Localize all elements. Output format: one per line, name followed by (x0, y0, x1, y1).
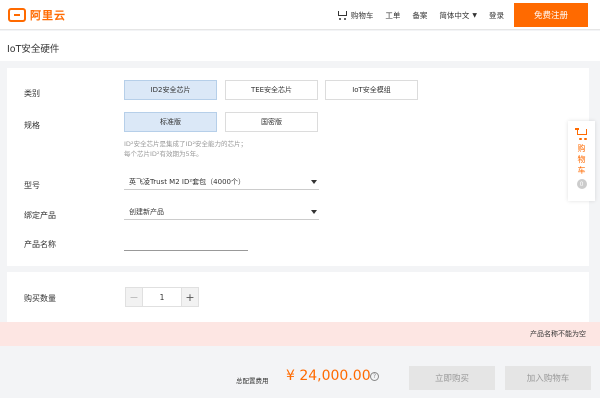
nav-ticket[interactable]: 工单 (385, 10, 400, 21)
signup-button[interactable]: 免费注册 (514, 3, 588, 27)
nav-cart[interactable]: 购物车 (336, 10, 374, 21)
shopping-cart-icon (575, 127, 588, 140)
total-price-label: 总配置费用 (236, 377, 269, 385)
aliyun-logo-icon (8, 8, 26, 22)
spec-option-national-crypto[interactable]: 国密版 (225, 112, 318, 132)
quantity-label: 购买数量 (24, 294, 56, 303)
spec-hint-line-2: 每个芯片ID²有效期为5年。 (124, 150, 203, 158)
buy-now-button[interactable]: 立即购买 (409, 366, 495, 390)
model-select[interactable]: 英飞凌Trust M2 ID²套包（4000个） (124, 174, 319, 190)
quantity-card: 购买数量 − + (7, 272, 589, 322)
floating-cart[interactable]: 购物车 0 (568, 121, 595, 201)
bind-product-select[interactable]: 创建新产品 (124, 204, 319, 220)
product-name-input[interactable] (124, 239, 248, 251)
product-name-label: 产品名称 (24, 240, 56, 249)
spec-hint-line-1: ID²安全芯片是集成了ID²安全能力的芯片； (124, 140, 248, 148)
quantity-increment-button[interactable]: + (181, 287, 199, 307)
language-label: 简体中文 (439, 10, 470, 20)
page-title: IoT安全硬件 (7, 44, 60, 55)
category-option-id2-chip[interactable]: ID2安全芯片 (124, 80, 217, 100)
help-icon[interactable]: ? (370, 372, 379, 381)
validation-error-bar: 产品名称不能为空 (0, 322, 600, 346)
bind-product-select-value: 创建新产品 (129, 207, 164, 216)
config-form-card: 类别 ID2安全芯片 TEE安全芯片 IoT安全模组 规格 标准版 国密版 ID… (7, 68, 589, 266)
total-price: ¥ 24,000.00 (286, 368, 371, 384)
dropdown-arrow-icon (311, 180, 317, 184)
category-label: 类别 (24, 89, 40, 98)
quantity-stepper: − + (125, 287, 199, 307)
category-option-tee-chip[interactable]: TEE安全芯片 (225, 80, 318, 100)
dropdown-arrow-icon (311, 210, 317, 214)
title-bar: IoT安全硬件 (0, 31, 600, 61)
checkout-footer: 总配置费用 ¥ 24,000.00 ? 立即购买 加入购物车 (0, 358, 600, 398)
nav-login[interactable]: 登录 (489, 10, 504, 21)
spec-option-standard[interactable]: 标准版 (124, 112, 217, 132)
model-select-value: 英飞凌Trust M2 ID²套包（4000个） (129, 177, 245, 186)
cart-count-badge: 0 (576, 179, 587, 189)
quantity-input[interactable] (143, 287, 181, 307)
spec-label: 规格 (24, 121, 40, 130)
model-label: 型号 (24, 181, 40, 190)
floating-cart-label: 购物车 (577, 144, 586, 175)
top-header: 阿里云 购物车 工单 备案 简体中文 ▼ 登录 免费注册 (0, 0, 600, 30)
nav-language[interactable]: 简体中文 ▼ (439, 10, 477, 21)
category-option-iot-module[interactable]: IoT安全模组 (325, 80, 418, 100)
error-message: 产品名称不能为空 (530, 330, 586, 338)
shopping-cart-icon (336, 10, 348, 20)
add-to-cart-button[interactable]: 加入购物车 (505, 366, 591, 390)
logo-text: 阿里云 (30, 9, 66, 22)
caret-down-icon: ▼ (472, 11, 477, 19)
quantity-decrement-button[interactable]: − (125, 287, 143, 307)
bind-product-label: 绑定产品 (24, 211, 56, 220)
nav-record[interactable]: 备案 (412, 10, 427, 21)
nav-cart-label: 购物车 (350, 10, 374, 20)
top-nav: 购物车 工单 备案 简体中文 ▼ 登录 (336, 0, 504, 30)
aliyun-logo[interactable]: 阿里云 (8, 7, 66, 23)
